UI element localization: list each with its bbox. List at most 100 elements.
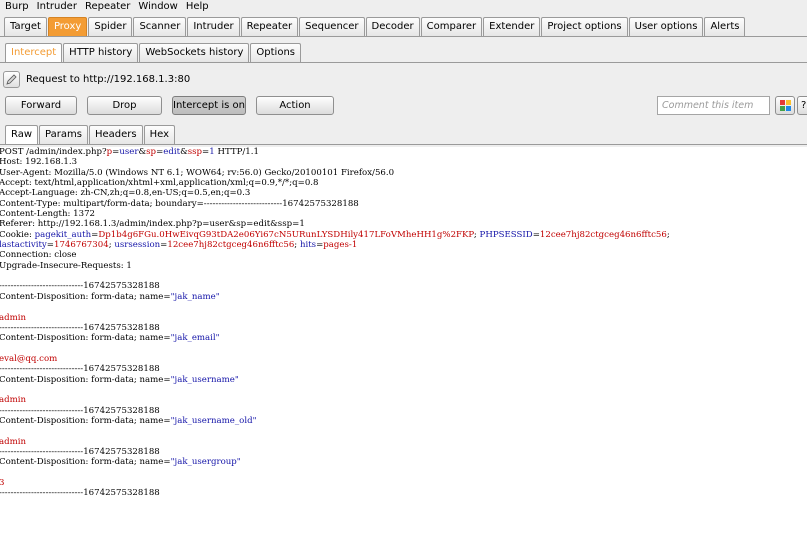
request-line: Content-Disposition: form-data; name="ja… bbox=[0, 457, 807, 467]
proxy-tab-divider bbox=[0, 62, 807, 63]
tab-http-history[interactable]: HTTP history bbox=[63, 43, 139, 62]
menu-repeater[interactable]: Repeater bbox=[81, 1, 134, 13]
request-line: admin bbox=[0, 395, 807, 405]
request-token: "jak_username_old" bbox=[170, 415, 257, 426]
request-token: Content-Type: multipart/form-data; bound… bbox=[0, 198, 359, 209]
help-button[interactable]: ? bbox=[797, 96, 807, 115]
request-token: Accept-Language: zh-CN,zh;q=0.8,en-US;q=… bbox=[0, 188, 251, 199]
menu-bar: Burp Intruder Repeater Window Help bbox=[0, 0, 807, 13]
request-line: Accept: text/html,application/xhtml+xml,… bbox=[0, 178, 807, 188]
tab-intruder[interactable]: Intruder bbox=[187, 17, 240, 36]
request-token: admin bbox=[0, 395, 27, 406]
request-token: 3 bbox=[0, 478, 5, 488]
tab-scanner[interactable]: Scanner bbox=[133, 17, 187, 36]
request-token: usrsession bbox=[114, 240, 161, 251]
request-token: "jak_username" bbox=[170, 374, 239, 385]
request-line: Content-Disposition: form-data; name="ja… bbox=[0, 416, 807, 426]
request-token: Upgrade-Insecure-Requests: 1 bbox=[0, 260, 132, 271]
request-token: POST /admin/index.php? bbox=[0, 147, 107, 157]
request-token: & bbox=[138, 147, 147, 157]
request-token: Connection: close bbox=[0, 250, 77, 261]
request-line: Cookie: pagekit_auth = Dp1b4g6FGu.0HwEivqG… bbox=[0, 230, 807, 240]
request-token: Host: 192.168.1.3 bbox=[0, 157, 78, 168]
forward-button[interactable]: Forward bbox=[5, 96, 77, 115]
menu-burp[interactable]: Burp bbox=[0, 1, 33, 13]
request-line: Content-Disposition: form-data; name="ja… bbox=[0, 333, 807, 343]
tab-raw[interactable]: Raw bbox=[5, 125, 39, 144]
request-token: admin bbox=[0, 312, 27, 323]
request-token: = bbox=[46, 240, 54, 251]
tab-spider[interactable]: Spider bbox=[88, 17, 133, 36]
intercept-toggle-button[interactable]: Intercept is on bbox=[172, 96, 246, 115]
proxy-tab-bar: Intercept HTTP history WebSockets histor… bbox=[5, 43, 302, 62]
drop-button[interactable]: Drop bbox=[87, 96, 162, 115]
request-token: Content-Disposition: form-data; name= bbox=[0, 415, 171, 426]
request-line bbox=[0, 271, 807, 281]
request-token: pagekit_auth bbox=[34, 229, 92, 240]
request-token: Referer: http://192.168.1.3/admin/index.… bbox=[0, 219, 305, 230]
tab-alerts[interactable]: Alerts bbox=[704, 17, 746, 36]
request-line bbox=[0, 302, 807, 312]
tab-repeater[interactable]: Repeater bbox=[240, 17, 299, 36]
request-token: -----------------------------16742575328… bbox=[0, 322, 160, 333]
tab-sequencer[interactable]: Sequencer bbox=[299, 17, 365, 36]
menu-window[interactable]: Window bbox=[134, 1, 181, 13]
request-token: HTTP/1.1 bbox=[214, 147, 259, 157]
request-line bbox=[0, 344, 807, 354]
request-token: Dp1b4g6FGu.0HwEivqG93tDA2e06Yi67cN5URunL… bbox=[98, 229, 474, 240]
request-token: & bbox=[180, 147, 188, 157]
request-token: hits bbox=[299, 240, 317, 251]
main-tab-bar: Target Proxy Spider Scanner Intruder Rep… bbox=[4, 17, 746, 36]
menu-help[interactable]: Help bbox=[182, 1, 213, 13]
request-token: -----------------------------16742575328… bbox=[0, 446, 160, 457]
tab-headers[interactable]: Headers bbox=[88, 125, 143, 144]
tab-extender[interactable]: Extender bbox=[483, 17, 541, 36]
action-button[interactable]: Action bbox=[256, 96, 334, 115]
request-token: lastactivity bbox=[0, 240, 47, 251]
request-line: eval@qq.com bbox=[0, 354, 807, 364]
request-line: Connection: close bbox=[0, 250, 807, 260]
request-line: User-Agent: Mozilla/5.0 (Windows NT 6.1;… bbox=[0, 168, 807, 178]
request-token: Cookie: bbox=[0, 229, 35, 240]
request-token: ssp bbox=[187, 147, 203, 157]
request-token: Content-Disposition: form-data; name= bbox=[0, 333, 171, 344]
tab-params[interactable]: Params bbox=[39, 125, 88, 144]
request-info-row: Request to http://192.168.1.3:80 bbox=[3, 71, 190, 88]
request-token: -----------------------------16742575328… bbox=[0, 488, 160, 499]
tab-proxy-options[interactable]: Options bbox=[250, 43, 301, 62]
main-tab-divider bbox=[0, 36, 807, 37]
request-token: Content-Disposition: form-data; name= bbox=[0, 457, 171, 468]
tab-project-options[interactable]: Project options bbox=[541, 17, 628, 36]
request-token: Accept: text/html,application/xhtml+xml,… bbox=[0, 178, 319, 189]
request-token: 12cee7hj82ctgceg46n6fftc56 bbox=[539, 229, 667, 240]
request-token: pages-1 bbox=[323, 240, 358, 251]
request-line bbox=[0, 385, 807, 395]
request-line: Accept-Language: zh-CN,zh;q=0.8,en-US;q=… bbox=[0, 188, 807, 198]
request-line: -----------------------------16742575328… bbox=[0, 364, 807, 374]
request-line: admin bbox=[0, 437, 807, 447]
request-line: -----------------------------16742575328… bbox=[0, 323, 807, 333]
request-line: lastactivity=1746767304; usrsession=12ce… bbox=[0, 240, 807, 250]
tab-websockets-history[interactable]: WebSockets history bbox=[139, 43, 250, 62]
request-token: user bbox=[119, 147, 139, 157]
tab-proxy[interactable]: Proxy bbox=[47, 17, 88, 36]
tab-user-options[interactable]: User options bbox=[628, 17, 704, 36]
tab-comparer[interactable]: Comparer bbox=[420, 17, 483, 36]
tab-intercept[interactable]: Intercept bbox=[5, 43, 63, 62]
tab-hex[interactable]: Hex bbox=[143, 125, 175, 144]
request-line: -----------------------------16742575328… bbox=[0, 406, 807, 416]
raw-request-editor[interactable]: POST /admin/index.php?p=user&sp=edit&ssp… bbox=[0, 147, 807, 542]
comment-input[interactable]: Comment this item bbox=[657, 96, 770, 115]
request-token: "jak_usergroup" bbox=[170, 457, 241, 468]
menu-intruder[interactable]: Intruder bbox=[33, 1, 81, 13]
highlight-button[interactable] bbox=[775, 96, 795, 115]
request-line: -----------------------------16742575328… bbox=[0, 488, 807, 498]
pencil-icon[interactable] bbox=[3, 71, 20, 88]
tab-decoder[interactable]: Decoder bbox=[365, 17, 420, 36]
request-line: Content-Disposition: form-data; name="ja… bbox=[0, 375, 807, 385]
request-token: edit bbox=[163, 147, 181, 157]
request-token: ; bbox=[666, 229, 670, 240]
request-line: admin bbox=[0, 313, 807, 323]
tab-target[interactable]: Target bbox=[4, 17, 47, 36]
request-token: -----------------------------16742575328… bbox=[0, 364, 160, 375]
